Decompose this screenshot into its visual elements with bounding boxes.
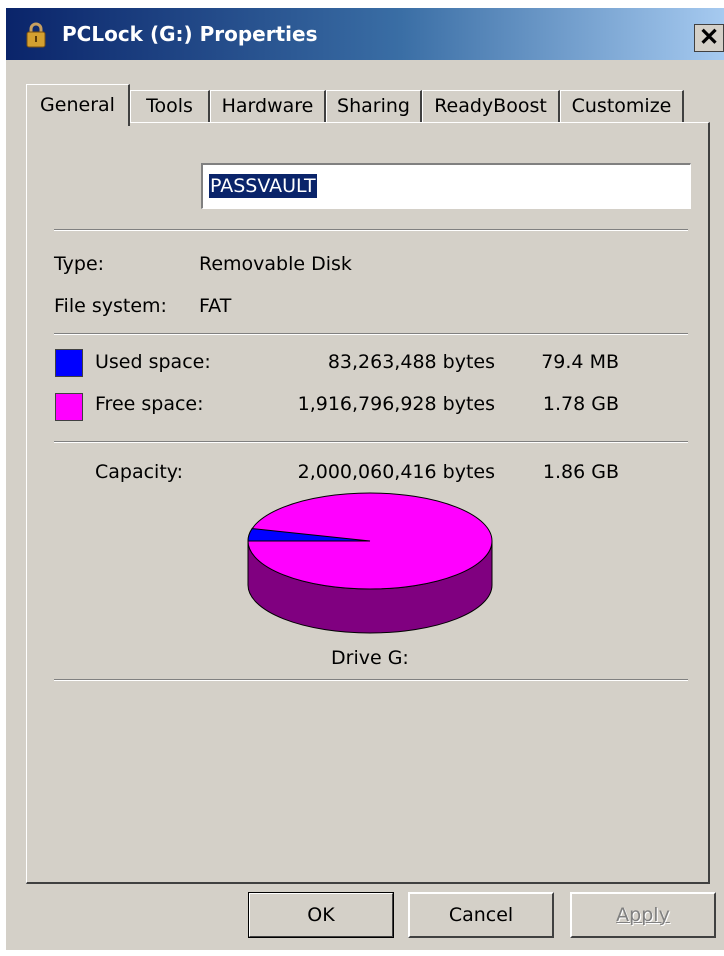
divider xyxy=(54,229,688,231)
properties-window: PCLock (G:) Properties ✕ General Tools H… xyxy=(6,8,724,950)
used-space-size: 79.4 MB xyxy=(541,351,619,373)
ok-button[interactable]: OK xyxy=(248,892,394,938)
close-button[interactable]: ✕ xyxy=(694,24,724,52)
tab-hardware[interactable]: Hardware xyxy=(210,90,326,122)
close-icon: ✕ xyxy=(698,24,720,51)
tab-customize[interactable]: Customize xyxy=(560,90,684,122)
tab-general[interactable]: General xyxy=(26,84,130,126)
drive-label: Drive G: xyxy=(331,647,409,669)
file-system-value: FAT xyxy=(199,295,232,317)
type-label: Type: xyxy=(54,253,105,275)
tab-strip: General Tools Hardware Sharing ReadyBoos… xyxy=(26,84,706,126)
padlock-icon xyxy=(26,22,46,48)
disk-usage-pie-chart xyxy=(247,492,493,634)
title-bar[interactable]: PCLock (G:) Properties ✕ xyxy=(6,8,724,60)
type-value: Removable Disk xyxy=(199,253,352,275)
divider xyxy=(54,679,688,681)
tab-tools[interactable]: Tools xyxy=(130,90,210,122)
used-space-label: Used space: xyxy=(95,351,211,373)
capacity-size: 1.86 GB xyxy=(542,461,619,483)
tab-readyboost[interactable]: ReadyBoost xyxy=(422,90,560,122)
free-space-label: Free space: xyxy=(95,393,204,415)
tab-sharing[interactable]: Sharing xyxy=(326,90,422,122)
free-space-swatch xyxy=(55,393,83,421)
capacity-bytes: 2,000,060,416 bytes xyxy=(297,461,495,483)
free-space-bytes: 1,916,796,928 bytes xyxy=(297,393,495,415)
volume-label-input[interactable]: PASSVAULT xyxy=(201,163,691,209)
volume-label-text: PASSVAULT xyxy=(209,174,317,198)
used-space-swatch xyxy=(55,349,83,377)
divider xyxy=(54,333,688,335)
divider xyxy=(54,441,688,443)
free-space-size: 1.78 GB xyxy=(542,393,619,415)
file-system-label: File system: xyxy=(54,295,167,317)
apply-button: Apply xyxy=(570,892,716,938)
used-space-bytes: 83,263,488 bytes xyxy=(327,351,495,373)
general-panel: PASSVAULT Type: Removable Disk File syst… xyxy=(26,122,710,884)
cancel-button[interactable]: Cancel xyxy=(408,892,554,938)
window-title: PCLock (G:) Properties xyxy=(62,22,318,46)
capacity-label: Capacity: xyxy=(95,461,184,483)
